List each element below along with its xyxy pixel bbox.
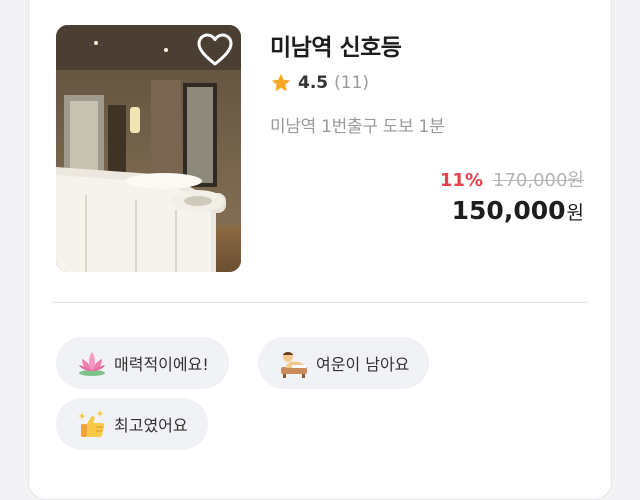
- review-tag-label: 최고였어요: [114, 416, 188, 435]
- heart-outline-icon[interactable]: [197, 33, 233, 67]
- price-unit: 원: [566, 202, 584, 224]
- thumbs-up-icon: [78, 410, 105, 437]
- price-value: 150,000: [451, 196, 566, 225]
- place-title: 미남역 신호등: [270, 35, 402, 61]
- discount-rate: 11%: [439, 170, 483, 191]
- price-discount-row: 11% 170,000원: [440, 166, 584, 192]
- original-price: 170,000원: [493, 170, 584, 191]
- review-tag-lingering[interactable]: 여운이 남아요: [258, 337, 430, 389]
- review-tag-label: 매력적이에요!: [114, 355, 209, 374]
- review-tag-best[interactable]: 최고였어요: [56, 398, 208, 450]
- review-count: (11): [334, 73, 370, 93]
- review-tag-charming[interactable]: 매력적이에요!: [56, 337, 229, 389]
- lotus-icon: [79, 352, 105, 376]
- star-icon: [271, 73, 291, 92]
- final-price: 150,000 원: [452, 196, 584, 225]
- location-text: 미남역 1번출구 도보 1분: [270, 117, 445, 137]
- rating-value: 4.5: [298, 73, 329, 93]
- divider: [52, 302, 588, 303]
- review-tag-label: 여운이 남아요: [316, 355, 410, 374]
- massage-icon: [281, 352, 307, 378]
- rating: 4.5 (11): [270, 72, 369, 94]
